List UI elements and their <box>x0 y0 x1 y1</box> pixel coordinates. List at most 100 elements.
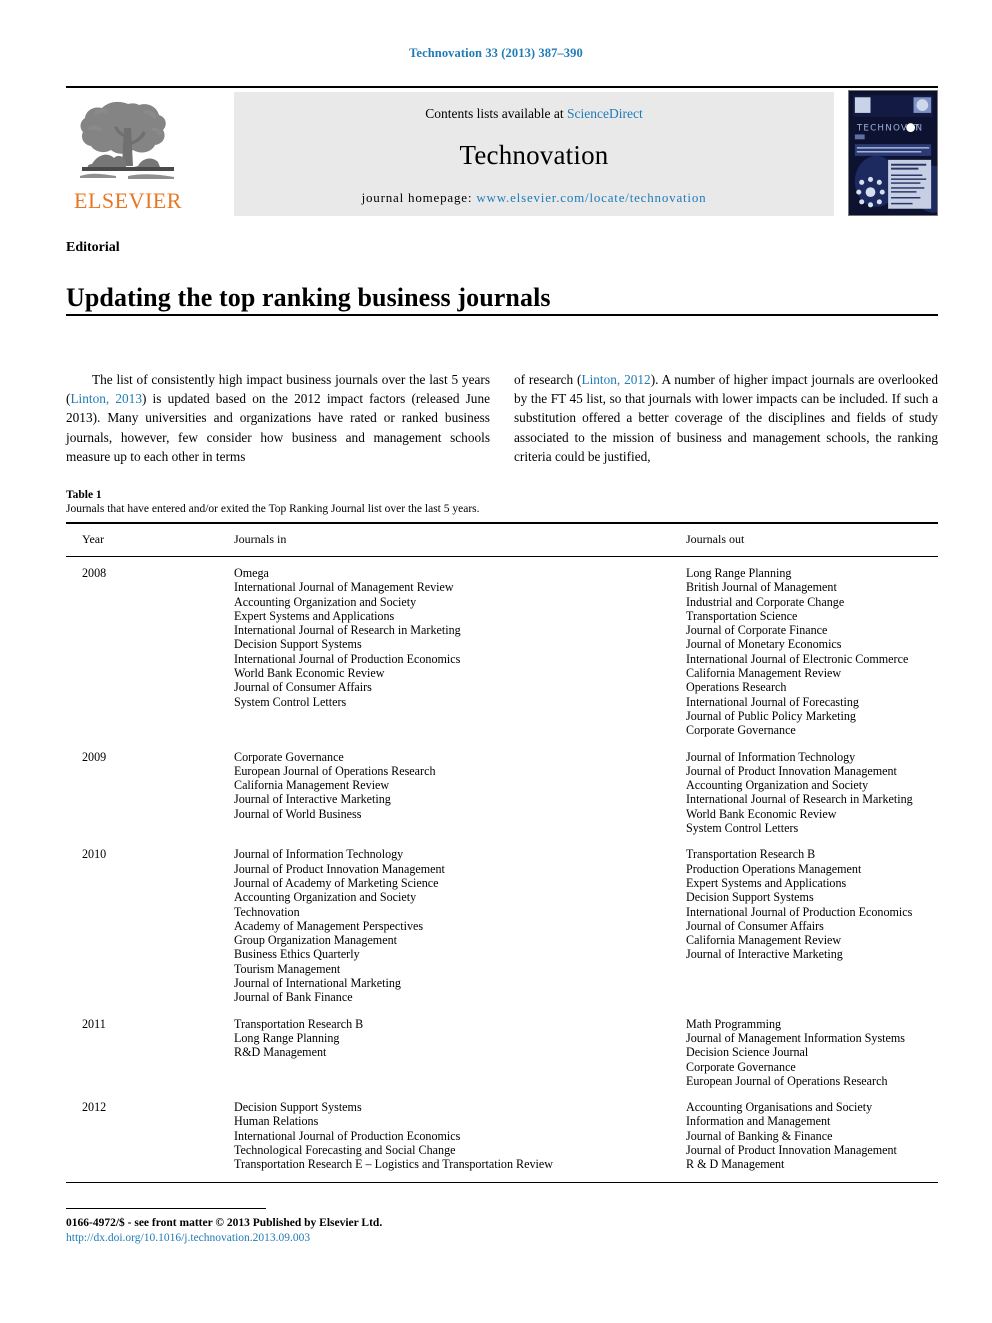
journal-item: Operations Research <box>686 680 787 695</box>
homepage-prefix: journal homepage: <box>361 190 477 205</box>
body-column-left: The list of consistently high impact bus… <box>66 370 490 466</box>
running-head: Technovation 33 (2013) 387–390 <box>409 46 583 60</box>
journal-item: Journal of Bank Finance <box>234 990 353 1005</box>
citation-linton-2012[interactable]: Linton, 2012 <box>581 372 650 387</box>
journal-item: World Bank Economic Review <box>234 666 385 681</box>
table-1: Table 1 Journals that have entered and/o… <box>66 489 938 1183</box>
body-paragraph-left: The list of consistently high impact bus… <box>66 370 490 466</box>
journal-item: World Bank Economic Review <box>686 806 837 821</box>
journal-item: Corporate Governance <box>686 1059 796 1074</box>
journal-item: Expert Systems and Applications <box>686 875 847 890</box>
journal-item: Accounting Organisations and Society <box>686 1100 873 1115</box>
journal-item: Decision Support Systems <box>686 890 814 905</box>
journal-item: European Journal of Operations Research <box>234 763 436 778</box>
journal-item: Transportation Research B <box>234 1016 364 1031</box>
journal-item: International Journal of Forecasting <box>686 694 859 709</box>
title-rule <box>66 314 938 316</box>
journal-item: International Journal of Research in Mar… <box>686 792 913 807</box>
journal-item: Production Operations Management <box>686 861 862 876</box>
table-row: 2011 Transportation Research B Long Range … <box>66 1017 938 1100</box>
journal-item: Accounting Organization and Society <box>234 890 417 905</box>
journal-item: Transportation Research E – Logistics an… <box>234 1157 553 1172</box>
journal-item: International Journal of Production Econ… <box>234 651 461 666</box>
journal-item: Corporate Governance <box>686 723 796 738</box>
journal-item: Journal of Consumer Affairs <box>686 918 824 933</box>
table-row: 2010 Journal of Information Technology Jou… <box>66 847 938 1016</box>
table-caption: Journals that have entered and/or exited… <box>66 503 480 515</box>
cell-journals-out: Long Range Planning British Journal of Ma… <box>686 566 938 738</box>
journal-item: California Management Review <box>234 778 390 793</box>
cell-year: 2010 <box>82 847 107 862</box>
journal-homepage-link[interactable]: www.elsevier.com/locate/technovation <box>476 190 706 205</box>
masthead-top-rule <box>66 86 938 88</box>
article-type: Editorial <box>66 240 120 255</box>
journal-item: System Control Letters <box>234 694 347 709</box>
footer-rule <box>66 1208 266 1209</box>
contents-available-line: Contents lists available at ScienceDirec… <box>234 106 834 122</box>
body-column-right: of research (Linton, 2012). A number of … <box>514 370 938 466</box>
journal-item: Journal of Consumer Affairs <box>234 680 372 695</box>
document-page: Technovation 33 (2013) 387–390 ELSEVIER … <box>0 0 992 1323</box>
contents-prefix: Contents lists available at <box>425 106 567 121</box>
doi-link[interactable]: http://dx.doi.org/10.1016/j.technovation… <box>66 1231 666 1246</box>
journal-item: Technovation <box>234 904 300 919</box>
journal-item: British Journal of Management <box>686 580 837 595</box>
svg-text:N: N <box>915 124 922 134</box>
citation-linton-2013[interactable]: Linton, 2013 <box>70 391 142 406</box>
body-right-part1: of research ( <box>514 372 582 387</box>
table-row: 2008 Omega International Journal of Manage… <box>66 566 938 750</box>
cell-journals-in: Transportation Research B Long Range Plan… <box>228 1017 686 1088</box>
journal-item: Expert Systems and Applications <box>234 608 395 623</box>
journal-item: Transportation Science <box>686 608 798 623</box>
journal-item: California Management Review <box>686 666 842 681</box>
journal-item: Journal of Product Innovation Management <box>686 763 897 778</box>
journal-cover-art: TECHNOVAT N <box>849 91 937 215</box>
journal-item: Group Organization Management <box>234 933 397 948</box>
body-paragraph-right: of research (Linton, 2012). A number of … <box>514 370 938 466</box>
journal-title: Technovation <box>459 140 609 170</box>
cell-journals-in: Journal of Information Technology Journal… <box>228 847 686 1004</box>
journal-item: Long Range Planning <box>234 1030 340 1045</box>
cell-year: 2009 <box>82 749 107 764</box>
table-row: 2009 Corporate Governance European Journal… <box>66 750 938 848</box>
journal-item: Technological Forecasting and Social Cha… <box>234 1142 456 1157</box>
journal-item: Academy of Management Perspectives <box>234 918 424 933</box>
cell-year: 2012 <box>82 1100 107 1115</box>
journal-item: R&D Management <box>234 1045 327 1060</box>
journal-item: Journal of International Marketing <box>234 976 401 991</box>
table-label: Table 1 <box>66 489 102 501</box>
table-header-row: Year Journals in Journals out <box>66 524 938 556</box>
journal-item: Decision Support Systems <box>234 637 362 652</box>
journal-item: Corporate Governance <box>234 749 344 764</box>
journal-item: R & D Management <box>686 1157 785 1172</box>
sciencedirect-link[interactable]: ScienceDirect <box>567 106 643 121</box>
column-header-journals-out: Journals out <box>686 532 745 546</box>
cell-journals-in: Omega International Journal of Management… <box>228 566 686 738</box>
journal-item: Business Ethics Quarterly <box>234 947 360 962</box>
journal-item: Journal of Interactive Marketing <box>686 947 843 962</box>
elsevier-wordmark: ELSEVIER <box>74 188 182 213</box>
journal-item: Accounting Organization and Society <box>234 594 417 609</box>
column-header-journals-in: Journals in <box>234 532 287 546</box>
cell-journals-out: Transportation Research B Production Oper… <box>686 847 938 1004</box>
journal-item: International Journal of Production Econ… <box>686 904 913 919</box>
masthead-band: Contents lists available at ScienceDirec… <box>234 92 834 216</box>
journal-item: Journal of Product Innovation Management <box>234 861 445 876</box>
copyright-line: 0166-4972/$ - see front matter © 2013 Pu… <box>66 1217 383 1229</box>
journal-item: Math Programming <box>686 1016 782 1031</box>
journal-masthead: ELSEVIER Contents lists available at Sci… <box>66 86 938 218</box>
journal-item: Decision Science Journal <box>686 1045 809 1060</box>
journal-item: International Journal of Production Econ… <box>234 1128 461 1143</box>
cell-year: 2011 <box>82 1016 106 1031</box>
journal-item: Journal of Information Technology <box>234 847 404 862</box>
journal-item: International Journal of Management Revi… <box>234 580 454 595</box>
journal-item: Journal of World Business <box>234 806 362 821</box>
journal-item: Journal of Academy of Marketing Science <box>234 875 439 890</box>
journal-item: Journal of Banking & Finance <box>686 1128 833 1143</box>
journal-item: Tourism Management <box>234 961 341 976</box>
journal-item: Journal of Information Technology <box>686 749 856 764</box>
cell-journals-out: Math Programming Journal of Management In… <box>686 1017 938 1088</box>
journal-item: System Control Letters <box>686 821 799 836</box>
journal-homepage-line: journal homepage: www.elsevier.com/locat… <box>234 190 834 206</box>
cell-journals-out: Journal of Information Technology Journal… <box>686 750 938 836</box>
